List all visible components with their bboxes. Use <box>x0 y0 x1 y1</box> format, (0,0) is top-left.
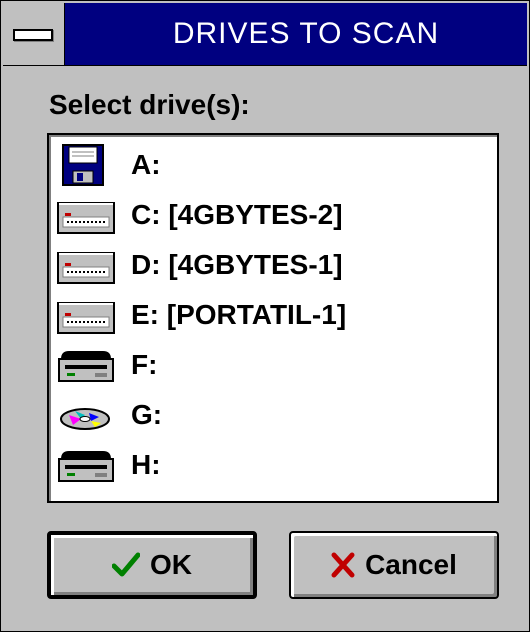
drive-item-h[interactable]: H: <box>49 441 497 489</box>
removable-drive-icon <box>58 451 114 482</box>
drives-to-scan-dialog: DRIVES TO SCAN Select drive(s): A: C: [4… <box>0 0 530 632</box>
ok-button-label: OK <box>150 549 192 580</box>
drive-label: E: [PORTATIL-1] <box>131 299 347 330</box>
drive-label: F: <box>131 349 158 380</box>
cancel-button-label: Cancel <box>365 549 457 580</box>
system-menu-icon <box>13 29 53 41</box>
drive-label: C: [4GBYTES-2] <box>131 199 343 230</box>
drive-item-f[interactable]: F: <box>49 341 497 389</box>
drive-list[interactable]: A: C: [4GBYTES-2] D: [4GBYTES-1] E: [POR… <box>47 133 499 503</box>
ok-button[interactable]: OK <box>47 531 257 599</box>
title-bar[interactable]: DRIVES TO SCAN <box>3 3 527 66</box>
drive-item-a[interactable]: A: <box>49 141 497 189</box>
drive-label: H: <box>131 449 161 480</box>
drive-item-e[interactable]: E: [PORTATIL-1] <box>49 291 497 339</box>
drive-item-g[interactable]: G: <box>49 391 497 439</box>
dialog-title: DRIVES TO SCAN <box>172 17 440 50</box>
drive-item-d[interactable]: D: [4GBYTES-1] <box>49 241 497 289</box>
hard-drive-icon <box>57 302 115 334</box>
cd-rom-icon <box>60 408 110 430</box>
cancel-button[interactable]: Cancel <box>289 531 499 599</box>
system-menu-button[interactable] <box>3 3 65 65</box>
checkmark-icon <box>112 552 140 577</box>
cancel-x-icon <box>331 552 355 578</box>
hard-drive-icon <box>57 202 115 234</box>
drive-label: A: <box>131 149 161 180</box>
drive-label: G: <box>131 399 163 430</box>
hard-drive-icon <box>57 252 115 284</box>
drive-item-c[interactable]: C: [4GBYTES-2] <box>49 191 497 239</box>
drive-label: D: [4GBYTES-1] <box>131 249 343 280</box>
select-drives-label: Select drive(s): <box>49 89 250 120</box>
floppy-disk-icon <box>62 144 104 186</box>
removable-drive-icon <box>58 351 114 382</box>
